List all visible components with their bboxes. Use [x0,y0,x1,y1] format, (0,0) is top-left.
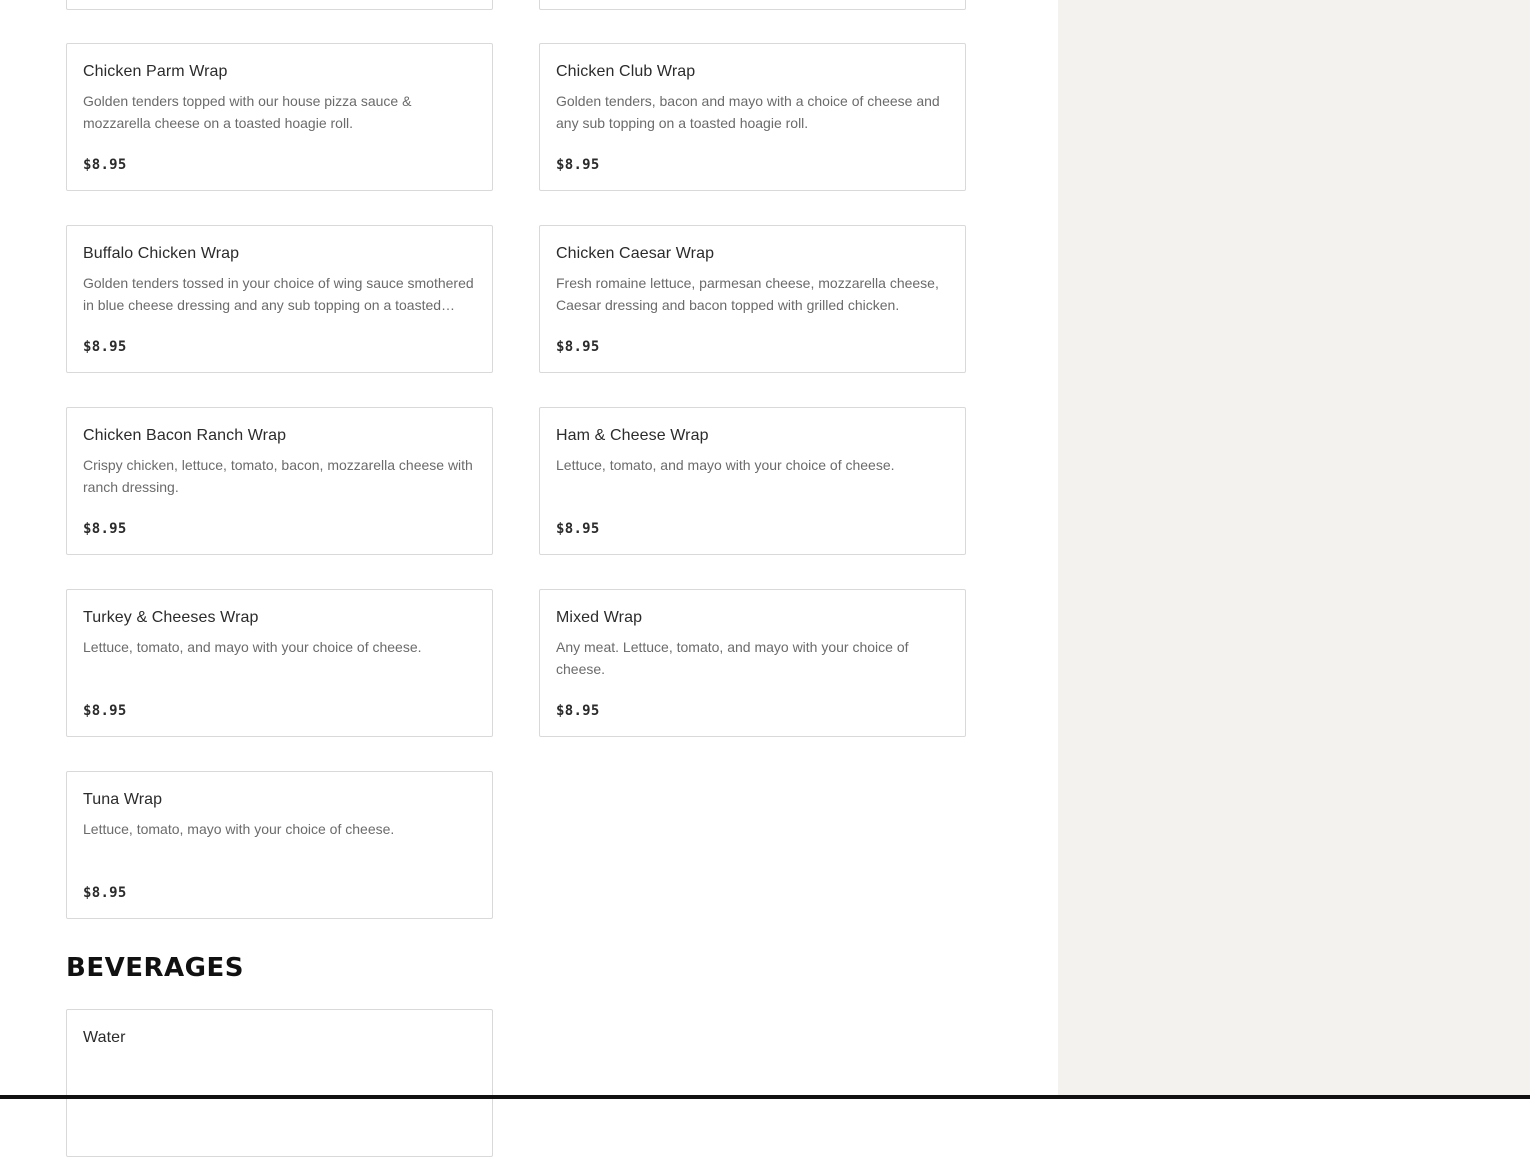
menu-item-price: $8.95 [83,339,127,355]
section-title-beverages: BEVERAGES [66,953,244,983]
menu-item-price: $8.95 [83,521,127,537]
menu-item-card-partial[interactable] [539,0,966,10]
menu-item-description: Lettuce, tomato, and mayo with your choi… [556,457,895,473]
menu-item-card[interactable]: Chicken Bacon Ranch Wrap Crispy chicken,… [66,407,493,555]
menu-item-card[interactable]: Chicken Club Wrap Golden tenders, bacon … [539,43,966,191]
menu-item-name: Water [83,1029,126,1046]
menu-item-name: Tuna Wrap [83,791,163,808]
menu-item-card[interactable]: Turkey & Cheeses Wrap Lettuce, tomato, a… [66,589,493,737]
menu-item-name: Ham & Cheese Wrap [556,427,709,444]
menu-item-card[interactable]: Buffalo Chicken Wrap Golden tenders toss… [66,225,493,373]
menu-item-name: Mixed Wrap [556,609,643,626]
menu-item-description: Lettuce, tomato, and mayo with your choi… [83,639,422,655]
menu-item-card[interactable]: Water [66,1009,493,1157]
menu-item-description: Fresh romaine lettuce, parmesan cheese, … [556,275,939,313]
menu-item-description: Crispy chicken, lettuce, tomato, bacon, … [83,457,473,495]
menu-item-name: Chicken Bacon Ranch Wrap [83,427,287,444]
menu-item-price: $8.95 [556,521,600,537]
menu-item-price: $8.95 [556,703,600,719]
menu-item-card[interactable]: Chicken Parm Wrap Golden tenders topped … [66,43,493,191]
menu-item-description: Golden tenders tossed in your choice of … [83,275,474,313]
menu-item-card[interactable]: Mixed Wrap Any meat. Lettuce, tomato, an… [539,589,966,737]
menu-item-name: Turkey & Cheeses Wrap [83,609,259,626]
menu-item-card[interactable]: Tuna Wrap Lettuce, tomato, mayo with you… [66,771,493,919]
menu-item-price: $8.95 [556,339,600,355]
menu-item-card[interactable]: Chicken Caesar Wrap Fresh romaine lettuc… [539,225,966,373]
menu-item-name: Chicken Caesar Wrap [556,245,715,262]
menu-item-description: Lettuce, tomato, mayo with your choice o… [83,821,395,837]
menu-item-description: Golden tenders topped with our house piz… [83,93,412,131]
menu-item-price: $8.95 [83,885,127,901]
menu-item-card[interactable]: Ham & Cheese Wrap Lettuce, tomato, and m… [539,407,966,555]
sidebar-panel [1058,0,1530,1099]
menu-item-price: $8.95 [83,703,127,719]
menu-item-name: Chicken Club Wrap [556,63,696,80]
menu-item-price: $8.95 [83,157,127,173]
menu-item-name: Buffalo Chicken Wrap [83,245,240,262]
menu-item-price: $8.95 [556,157,600,173]
menu-item-name: Chicken Parm Wrap [83,63,228,80]
menu-item-card-partial[interactable] [66,0,493,10]
menu-item-description: Golden tenders, bacon and mayo with a ch… [556,93,940,131]
menu-main-panel: Chicken Parm Wrap Golden tenders topped … [0,0,1058,1157]
menu-item-description: Any meat. Lettuce, tomato, and mayo with… [556,639,909,677]
bottom-bar [0,1095,1530,1099]
